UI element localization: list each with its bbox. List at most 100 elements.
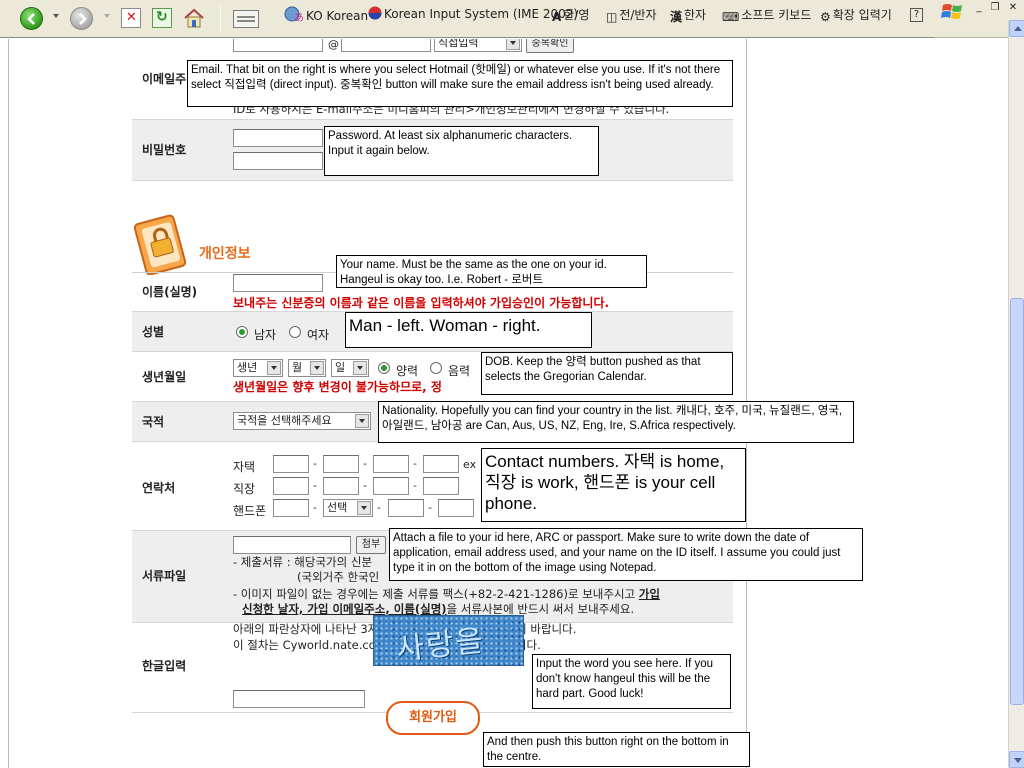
vertical-scrollbar[interactable] bbox=[1008, 20, 1024, 768]
mobile-carrier-select[interactable]: 선택 bbox=[323, 499, 373, 517]
svg-text:あ: あ bbox=[294, 12, 304, 22]
captcha-label: 한글입력 bbox=[142, 659, 187, 673]
note-nationality: Nationality. Hopefully you can find your… bbox=[378, 401, 854, 443]
password-confirm-input[interactable] bbox=[233, 152, 323, 170]
gender-female-label: 여자 bbox=[307, 328, 330, 342]
note-signup: And then push this button right on the b… bbox=[483, 732, 750, 767]
password-input[interactable] bbox=[233, 129, 323, 147]
document-attach-button[interactable]: 첨부 bbox=[356, 536, 386, 554]
document-file-input[interactable] bbox=[233, 536, 351, 554]
gender-female-radio[interactable] bbox=[289, 326, 301, 338]
home-button[interactable] bbox=[183, 8, 204, 28]
refresh-button[interactable] bbox=[152, 8, 172, 28]
ime-soft-keyboard-button[interactable]: ⌨ 소프트 키보드 bbox=[722, 6, 811, 24]
dash: - bbox=[377, 501, 381, 514]
home-phone-2-input[interactable] bbox=[323, 455, 359, 473]
ime-fullhalf-toggle[interactable]: ◫ 전/반자 bbox=[606, 6, 657, 24]
dash: - bbox=[413, 457, 417, 470]
hanja-icon: 漢 bbox=[670, 10, 683, 24]
section-title: 개인정보 bbox=[199, 246, 251, 262]
ime-system[interactable]: Korean Input System (IME 2002) bbox=[368, 6, 578, 23]
email-id-input[interactable] bbox=[233, 39, 323, 52]
email-domain-input[interactable] bbox=[341, 39, 431, 52]
mobile-phone-4-input[interactable] bbox=[438, 499, 474, 517]
note-contact: Contact numbers. 자택 is home, 직장 is work,… bbox=[481, 448, 746, 522]
forward-button[interactable] bbox=[70, 7, 93, 30]
email-at-sign: @ bbox=[328, 39, 339, 51]
work-phone-2-input[interactable] bbox=[323, 477, 359, 495]
ime-hanyoung-toggle[interactable]: A 한/영 bbox=[552, 6, 589, 24]
back-history-dropdown[interactable] bbox=[53, 14, 59, 18]
home-icon bbox=[184, 8, 204, 28]
document-line1: - 제출서류 : 해당국가의 신분 bbox=[233, 555, 373, 569]
signup-button[interactable]: 회원가입 bbox=[386, 701, 480, 735]
name-input[interactable] bbox=[233, 274, 323, 292]
chevron-down-icon bbox=[310, 361, 324, 375]
contact-home-label: 자택 bbox=[233, 460, 256, 474]
scrollbar-thumb[interactable] bbox=[1010, 298, 1024, 705]
nationality-select[interactable]: 국적을 선택해주세요 bbox=[233, 412, 371, 430]
browser-toolbar: あ KO Korean Korean Input System (IME 200… bbox=[0, 0, 1024, 38]
ime-help-button[interactable]: ? bbox=[910, 6, 923, 22]
birth-year-select[interactable]: 생년 bbox=[233, 359, 283, 377]
work-phone-4-input[interactable] bbox=[423, 477, 459, 495]
captcha-input[interactable] bbox=[233, 690, 365, 708]
scroll-up-button[interactable] bbox=[1009, 20, 1024, 37]
document-label: 서류파일 bbox=[142, 569, 187, 583]
toolbar-divider bbox=[0, 37, 934, 38]
email-domain-select[interactable]: 직접입력 bbox=[434, 39, 522, 52]
note-document: Attach a file to your id here, ARC or pa… bbox=[389, 528, 863, 581]
mobile-phone-1-input[interactable] bbox=[273, 499, 309, 517]
chevron-down-icon bbox=[267, 361, 281, 375]
contact-label: 연락처 bbox=[142, 481, 176, 495]
birth-label: 생년월일 bbox=[142, 370, 187, 384]
note-name: Your name. Must be the same as the one o… bbox=[336, 255, 647, 288]
document-fax-notice: - 이미지 파일이 없는 경우에는 제출 서류를 팩스(+82-2-421-12… bbox=[233, 587, 660, 601]
nationality-label: 국적 bbox=[142, 415, 165, 429]
birth-solar-radio[interactable] bbox=[378, 362, 390, 374]
dash: - bbox=[428, 501, 432, 514]
lock-folder-icon bbox=[133, 211, 194, 276]
ime-globe-icon: あ bbox=[284, 6, 304, 25]
work-phone-1-input[interactable] bbox=[273, 477, 309, 495]
arrow-right-icon bbox=[79, 13, 87, 25]
ime-language[interactable]: あ KO Korean bbox=[284, 6, 368, 25]
dash: - bbox=[313, 501, 317, 514]
home-phone-1-input[interactable] bbox=[273, 455, 309, 473]
document-line2: (국외거주 한국인 bbox=[297, 570, 380, 584]
close-button[interactable]: ✕ bbox=[1006, 2, 1020, 15]
note-captcha: Input the word you see here. If you don'… bbox=[532, 654, 731, 709]
document-fax-emphasis: 가입 bbox=[638, 587, 660, 601]
password-label: 비밀번호 bbox=[142, 143, 187, 157]
ime-extended-button[interactable]: ⚙ 확장 입력기 bbox=[820, 6, 892, 24]
home-phone-3-input[interactable] bbox=[373, 455, 409, 473]
windows-logo-icon bbox=[940, 1, 966, 23]
contact-mobile-label: 핸드폰 bbox=[233, 504, 267, 518]
stop-button[interactable] bbox=[121, 8, 141, 28]
chevron-down-icon bbox=[355, 414, 369, 428]
captcha-image: 사랑을 bbox=[373, 615, 524, 668]
gender-male-radio[interactable] bbox=[236, 326, 248, 338]
birth-month-select[interactable]: 월 bbox=[288, 359, 326, 377]
back-button[interactable] bbox=[20, 7, 43, 30]
name-label: 이름(실명) bbox=[142, 285, 198, 299]
dash: - bbox=[313, 457, 317, 470]
birth-lunar-radio[interactable] bbox=[430, 362, 442, 374]
dash: - bbox=[363, 457, 367, 470]
birth-lunar-label: 음력 bbox=[448, 364, 471, 378]
minimize-button[interactable]: _ bbox=[972, 2, 986, 15]
birth-warning: 생년월일은 향후 변경이 불가능하므로, 정 bbox=[233, 380, 442, 394]
edit-button[interactable] bbox=[233, 10, 259, 28]
captcha-word: 사랑을 bbox=[394, 623, 487, 668]
ime-hanja-button[interactable]: 漢 한자 bbox=[670, 6, 706, 25]
email-duplicate-check-button[interactable]: 중복확인 bbox=[526, 39, 574, 53]
contact-ex-label: ex bbox=[463, 458, 477, 471]
mobile-phone-3-input[interactable] bbox=[388, 499, 424, 517]
birth-day-select[interactable]: 일 bbox=[331, 359, 369, 377]
note-dob: DOB. Keep the 양력 button pushed as that s… bbox=[481, 352, 733, 395]
restore-button[interactable]: ❐ bbox=[988, 2, 1002, 15]
home-phone-4-input[interactable] bbox=[423, 455, 459, 473]
scroll-down-button[interactable] bbox=[1009, 751, 1024, 768]
forward-history-dropdown[interactable] bbox=[104, 14, 110, 18]
work-phone-3-input[interactable] bbox=[373, 477, 409, 495]
